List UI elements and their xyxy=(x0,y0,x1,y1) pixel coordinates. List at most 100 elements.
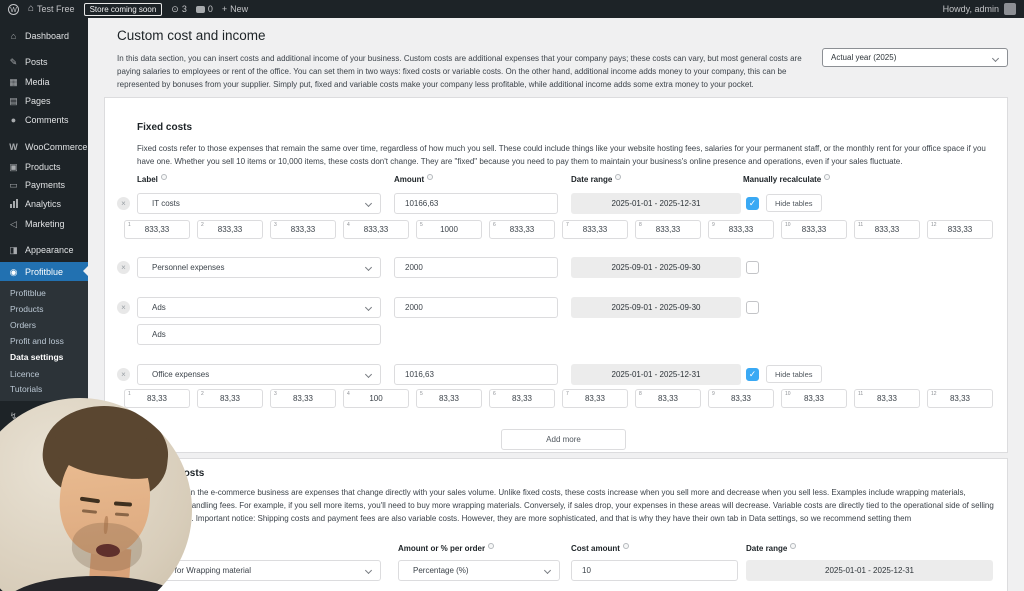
month-input[interactable]: 8 833,33 xyxy=(635,220,701,239)
cost-label-select[interactable]: Personnel expenses xyxy=(137,257,381,278)
month-input[interactable]: 2 83,33 xyxy=(197,389,263,408)
submenu-item-label: Profit and loss xyxy=(10,336,64,346)
month-value: 83,33 xyxy=(876,394,898,403)
submenu-item-data-settings[interactable]: Data settings xyxy=(0,349,88,365)
amount-type-select[interactable]: Percentage (%) xyxy=(398,560,560,581)
hide-tables-button[interactable]: Hide tables xyxy=(766,194,822,212)
recalculate-checkbox[interactable] xyxy=(746,261,759,274)
submenu-item-products[interactable]: Products xyxy=(0,301,88,317)
page-intro-text: In this data section, you can insert cos… xyxy=(117,54,802,89)
site-link[interactable]: ⌂ Test Free xyxy=(28,4,75,15)
cost-label-select[interactable]: IT costs xyxy=(137,193,381,214)
year-select[interactable]: Actual year (2025) xyxy=(822,48,1008,67)
month-input[interactable]: 11 833,33 xyxy=(854,220,920,239)
remove-row-icon[interactable]: × xyxy=(117,261,130,274)
month-input[interactable]: 10 833,33 xyxy=(781,220,847,239)
sidebar-item-woocommerce[interactable]: W WooCommerce xyxy=(0,137,88,156)
submenu-item-profitblue[interactable]: Profitblue xyxy=(0,285,88,301)
month-input[interactable]: 9 83,33 xyxy=(708,389,774,408)
sidebar-item-marketing[interactable]: ◁ Marketing xyxy=(0,214,88,233)
date-range-field[interactable]: 2025-09-01 - 2025-09-30 xyxy=(571,257,741,278)
month-input[interactable]: 9 833,33 xyxy=(708,220,774,239)
cost-amount-input[interactable] xyxy=(571,560,738,581)
fixed-cost-row: × Personnel expenses 2025-09-01 - 2025-0… xyxy=(105,257,1009,278)
hide-tables-button[interactable]: Hide tables xyxy=(766,365,822,383)
howdy-admin-link[interactable]: Howdy, admin xyxy=(943,4,999,14)
sidebar-item-pages[interactable]: ▤ Pages xyxy=(0,91,88,110)
recalculate-checkbox[interactable] xyxy=(746,301,759,314)
wordpress-menu[interactable]: W xyxy=(8,3,19,15)
sidebar-item-appearance[interactable]: ◨ Appearance xyxy=(0,240,88,259)
amount-input[interactable] xyxy=(394,297,558,318)
month-input[interactable]: 3 833,33 xyxy=(270,220,336,239)
month-input[interactable]: 12 83,33 xyxy=(927,389,993,408)
custom-label-input[interactable] xyxy=(137,324,381,345)
info-icon[interactable] xyxy=(488,543,495,549)
sidebar-item-comments[interactable]: ● Comments xyxy=(0,110,88,129)
sidebar-item-label: Appearance xyxy=(25,244,74,255)
sidebar-item-payments[interactable]: ▭ Payments xyxy=(0,175,88,194)
month-number: 4 xyxy=(347,222,350,228)
remove-row-icon[interactable]: × xyxy=(117,301,130,314)
month-value: 83,33 xyxy=(219,394,241,403)
date-range-field[interactable]: 2025-01-01 - 2025-12-31 xyxy=(746,560,993,581)
cost-label-select[interactable]: Office expenses xyxy=(137,364,381,385)
recalculate-checkbox[interactable]: ✓ xyxy=(746,197,759,210)
month-input[interactable]: 2 833,33 xyxy=(197,220,263,239)
month-input[interactable]: 7 833,33 xyxy=(562,220,628,239)
amount-input[interactable] xyxy=(394,257,558,278)
submenu-item-licence[interactable]: Licence xyxy=(0,366,88,382)
submenu-item-profit-and-loss[interactable]: Profit and loss xyxy=(0,333,88,349)
new-menu[interactable]: + New xyxy=(222,4,248,14)
info-icon[interactable] xyxy=(615,174,622,180)
cost-label-select[interactable]: Ads xyxy=(137,297,381,318)
screen: W ⌂ Test Free Store coming soon ⊙ 3 0 + … xyxy=(0,0,1024,591)
column-header-recalculate: Manually recalculate xyxy=(743,174,831,184)
date-range-field[interactable]: 2025-09-01 - 2025-09-30 xyxy=(571,297,741,318)
info-icon[interactable] xyxy=(622,543,629,549)
updates-indicator[interactable]: ⊙ 3 xyxy=(171,4,187,15)
amount-input[interactable] xyxy=(394,193,558,214)
month-input[interactable]: 8 83,33 xyxy=(635,389,701,408)
sidebar-item-dashboard[interactable]: ⌂ Dashboard xyxy=(0,26,88,45)
add-more-button[interactable]: Add more xyxy=(501,429,626,450)
sidebar-item-profitblue[interactable]: ◉ Profitblue xyxy=(0,262,88,281)
submenu-item-tutorials[interactable]: Tutorials xyxy=(0,381,88,397)
submenu-item-orders[interactable]: Orders xyxy=(0,317,88,333)
month-value: 833,33 xyxy=(144,225,170,234)
sidebar-item-analytics[interactable]: Analytics xyxy=(0,194,88,213)
month-input[interactable]: 11 83,33 xyxy=(854,389,920,408)
month-input[interactable]: 7 83,33 xyxy=(562,389,628,408)
remove-row-icon[interactable]: × xyxy=(117,197,130,210)
date-range-field[interactable]: 2025-01-01 - 2025-12-31 xyxy=(571,364,741,385)
month-input[interactable]: 1 83,33 xyxy=(124,389,190,408)
month-input[interactable]: 1 833,33 xyxy=(124,220,190,239)
month-input[interactable]: 10 83,33 xyxy=(781,389,847,408)
month-input[interactable]: 6 83,33 xyxy=(489,389,555,408)
info-icon[interactable] xyxy=(824,174,831,180)
amount-input[interactable] xyxy=(394,364,558,385)
avatar[interactable] xyxy=(1004,3,1016,15)
month-value: 83,33 xyxy=(146,394,168,403)
month-input[interactable]: 5 83,33 xyxy=(416,389,482,408)
month-input[interactable]: 4 833,33 xyxy=(343,220,409,239)
month-input[interactable]: 3 83,33 xyxy=(270,389,336,408)
store-coming-soon-badge[interactable]: Store coming soon xyxy=(83,2,163,16)
month-input[interactable]: 5 1000 xyxy=(416,220,482,239)
info-icon[interactable] xyxy=(427,174,434,180)
sidebar-item-media[interactable]: ▦ Media xyxy=(0,72,88,91)
recalculate-checkbox[interactable]: ✓ xyxy=(746,368,759,381)
info-icon[interactable] xyxy=(160,174,167,180)
remove-row-icon[interactable]: × xyxy=(117,368,130,381)
sidebar-item-products[interactable]: ▣ Products xyxy=(0,157,88,176)
month-input[interactable]: 6 833,33 xyxy=(489,220,555,239)
fixed-costs-heading: Fixed costs xyxy=(137,122,193,133)
sidebar-item-label: Dashboard xyxy=(25,30,70,41)
info-icon[interactable] xyxy=(790,543,797,549)
month-input[interactable]: 12 833,33 xyxy=(927,220,993,239)
products-icon: ▣ xyxy=(9,161,18,172)
sidebar-item-posts[interactable]: ✎ Posts xyxy=(0,52,88,71)
comments-indicator[interactable]: 0 xyxy=(195,4,213,14)
date-range-field[interactable]: 2025-01-01 - 2025-12-31 xyxy=(571,193,741,214)
month-input[interactable]: 4 100 xyxy=(343,389,409,408)
